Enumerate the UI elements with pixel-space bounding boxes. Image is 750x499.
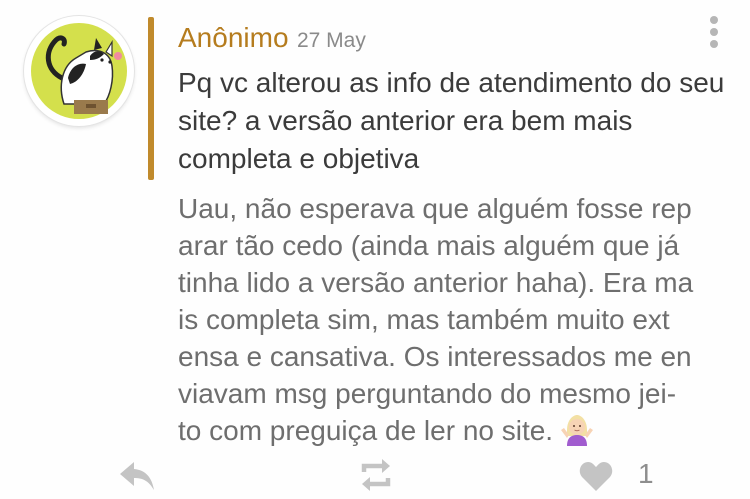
heart-icon[interactable]	[578, 458, 614, 494]
woman-shrugging-icon	[559, 412, 595, 448]
question-text: Pq vc alterou as info de atendimento do …	[178, 67, 725, 174]
answer-block: Uau, não esperava que alguém fosse rep a…	[178, 190, 738, 449]
quote-bar	[148, 17, 154, 180]
author-row: Anônimo 27 May	[178, 22, 366, 54]
avatar[interactable]	[24, 16, 134, 126]
reply-icon[interactable]	[116, 456, 158, 494]
like-count: 1	[638, 458, 654, 489]
author-name[interactable]: Anônimo	[178, 22, 289, 53]
vertical-dots-icon[interactable]	[700, 14, 728, 50]
comment-date: 27 May	[296, 29, 366, 52]
repost-icon[interactable]	[356, 456, 396, 494]
cat-avatar-icon	[31, 23, 127, 119]
answer-text: Uau, não esperava que alguém fosse rep a…	[178, 193, 694, 446]
